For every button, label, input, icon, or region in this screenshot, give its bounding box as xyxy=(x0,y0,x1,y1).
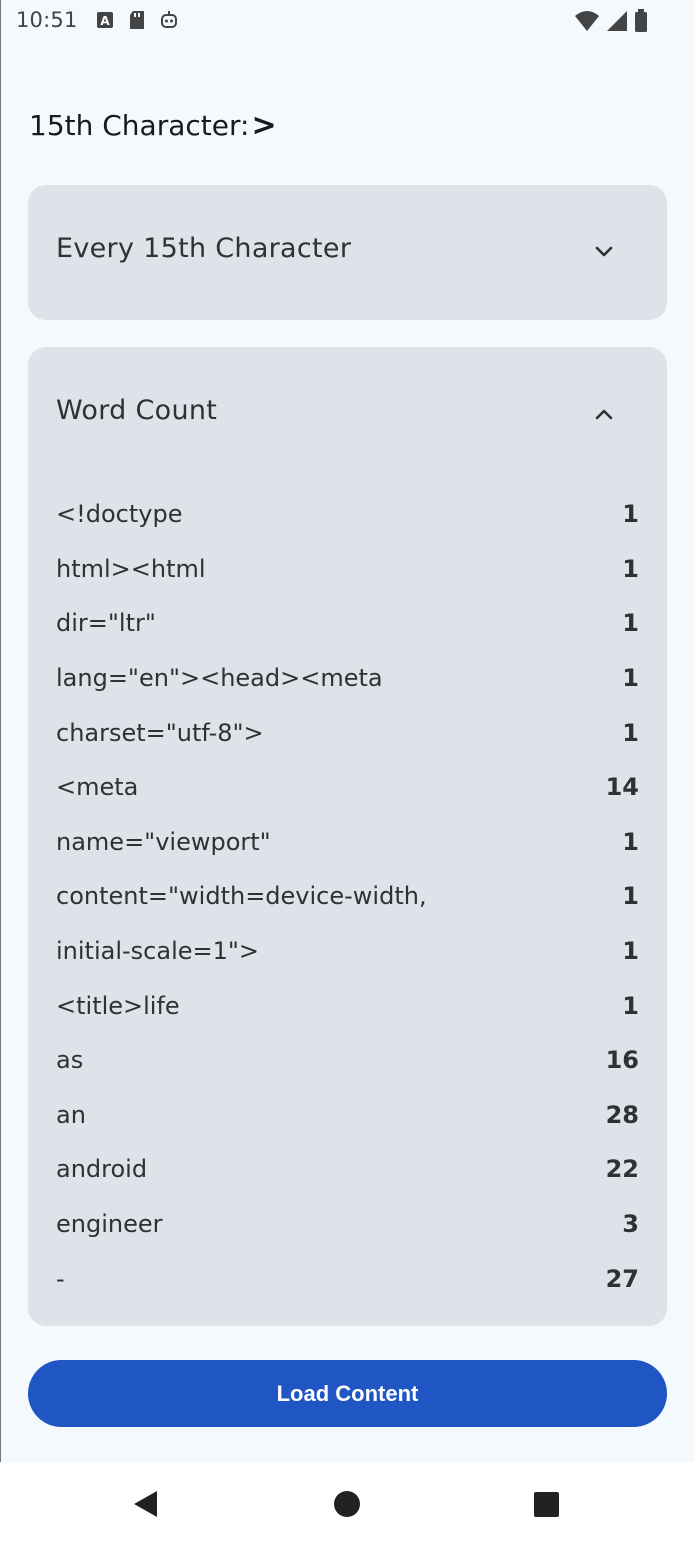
word-count-value: 1 xyxy=(622,991,639,1020)
word-row: <meta 14 xyxy=(56,760,639,815)
word-text: content="width=device-width, xyxy=(56,882,427,911)
word-row: name="viewport" 1 xyxy=(56,815,639,870)
word-row: <title>life 1 xyxy=(56,978,639,1033)
word-text: android xyxy=(56,1155,148,1184)
word-text: charset="utf-8"> xyxy=(56,718,264,747)
word-count-value: 22 xyxy=(605,1155,639,1184)
navigation-bar xyxy=(0,1462,694,1542)
word-row: content="width=device-width, 1 xyxy=(56,869,639,924)
word-text: - xyxy=(56,1264,65,1293)
status-bar: 10:51 A xyxy=(0,0,694,42)
word-count-value: 1 xyxy=(622,500,639,529)
character-label: 15th Character: xyxy=(29,109,250,142)
word-count-value: 28 xyxy=(605,1100,639,1129)
every-15th-character-title: Every 15th Character xyxy=(56,233,352,264)
word-text: an xyxy=(56,1100,86,1129)
load-content-button[interactable]: Load Content xyxy=(28,1360,667,1427)
word-text: dir="ltr" xyxy=(56,609,156,638)
word-count-title: Word Count xyxy=(56,395,218,426)
wifi-icon xyxy=(574,10,600,36)
recents-icon[interactable] xyxy=(530,1488,562,1520)
word-count-value: 1 xyxy=(622,609,639,638)
battery-icon xyxy=(634,9,648,37)
word-row: - 27 xyxy=(56,1251,639,1306)
chevron-up-icon[interactable] xyxy=(593,403,615,425)
word-text: <title>life xyxy=(56,991,180,1020)
every-15th-character-section[interactable]: Every 15th Character xyxy=(28,185,667,320)
word-count-value: 27 xyxy=(605,1264,639,1293)
word-row: engineer 3 xyxy=(56,1197,639,1252)
word-count-section[interactable]: Word Count <!doctype 1 html><html 1 dir="l… xyxy=(28,347,667,1326)
word-text: lang="en"><head><meta xyxy=(56,664,383,693)
word-row: an 28 xyxy=(56,1088,639,1143)
word-text: name="viewport" xyxy=(56,827,271,856)
word-text: as xyxy=(56,1046,84,1075)
back-icon[interactable] xyxy=(130,1488,162,1520)
word-count-value: 16 xyxy=(605,1046,639,1075)
svg-text:A: A xyxy=(100,14,110,28)
word-text: engineer xyxy=(56,1210,163,1239)
word-text: <meta xyxy=(56,773,139,802)
word-row: lang="en"><head><meta 1 xyxy=(56,651,639,706)
word-count-value: 1 xyxy=(622,882,639,911)
chevron-down-icon[interactable] xyxy=(593,241,615,263)
word-row: dir="ltr" 1 xyxy=(56,596,639,651)
word-row: charset="utf-8"> 1 xyxy=(56,705,639,760)
word-text: <!doctype xyxy=(56,500,183,529)
word-text: initial-scale=1"> xyxy=(56,937,260,966)
signal-icon xyxy=(606,10,628,36)
word-count-value: 1 xyxy=(622,937,639,966)
word-count-value: 1 xyxy=(622,664,639,693)
word-count-value: 1 xyxy=(622,827,639,856)
word-row: as 16 xyxy=(56,1033,639,1088)
a-badge-icon: A xyxy=(96,11,114,33)
robot-face-icon xyxy=(160,10,178,34)
sd-card-icon xyxy=(128,10,146,34)
word-count-value: 14 xyxy=(605,773,639,802)
word-text: html><html xyxy=(56,554,206,583)
character-value: > xyxy=(251,108,277,143)
word-count-list: <!doctype 1 html><html 1 dir="ltr" 1 lang="… xyxy=(56,487,639,1306)
word-count-value: 1 xyxy=(622,554,639,583)
word-count-value: 1 xyxy=(622,718,639,747)
word-count-value: 3 xyxy=(622,1210,639,1239)
word-row: html><html 1 xyxy=(56,542,639,597)
word-row: android 22 xyxy=(56,1142,639,1197)
word-row: initial-scale=1"> 1 xyxy=(56,924,639,979)
window-edge xyxy=(0,0,1,1542)
character-display: 15th Character:> xyxy=(29,108,277,143)
status-time: 10:51 xyxy=(16,8,78,32)
word-row: <!doctype 1 xyxy=(56,487,639,542)
home-icon[interactable] xyxy=(331,1488,363,1520)
